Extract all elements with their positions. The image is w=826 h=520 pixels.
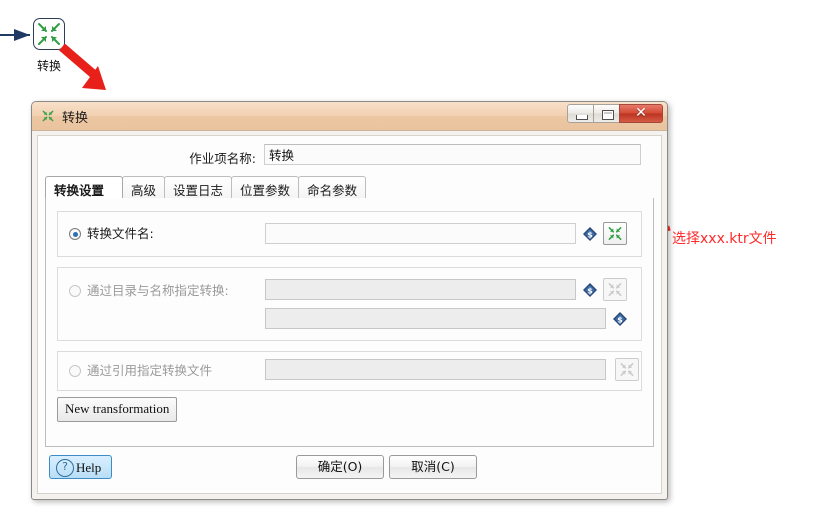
dialog-body: 作业项名称: 转换设置 高级 设置日志 位置参数 命名参数 转换文件名: xyxy=(37,135,662,494)
radio-by-directory-and-name[interactable] xyxy=(69,285,81,297)
transformation-converge-icon xyxy=(608,227,622,240)
hop-arrow-icon xyxy=(0,28,36,47)
input-transformation-reference[interactable] xyxy=(265,359,606,380)
close-icon: ✕ xyxy=(635,105,647,121)
radio-by-filename[interactable] xyxy=(69,228,81,240)
group-by-filename: 转换文件名: $ xyxy=(57,211,642,257)
annotation-label-select-ktr: 选择xxx.ktr文件 xyxy=(672,231,777,247)
dialog-titlebar[interactable]: 转换 ✕ xyxy=(32,102,667,131)
tabstrip: 转换设置 高级 设置日志 位置参数 命名参数 xyxy=(45,176,654,199)
question-circle-icon: ? xyxy=(56,459,74,477)
job-entry-name-label: 作业项名称: xyxy=(189,151,256,166)
tab-positional-parameters[interactable]: 位置参数 xyxy=(231,176,300,198)
red-arrow-down-right-icon xyxy=(58,43,120,101)
tab-named-parameters[interactable]: 命名参数 xyxy=(298,176,367,198)
group-by-reference: 通过引用指定转换文件 xyxy=(57,351,642,391)
ok-button[interactable]: 确定(O) xyxy=(296,455,384,479)
window-controls: ✕ xyxy=(567,104,663,123)
screenshot-root: 转换 选择xxx.ktr文件 转换 ✕ 作业项名称: 转换 转换设置 高级 设置… xyxy=(0,0,826,520)
browse-transformation-reference-button[interactable] xyxy=(615,358,639,381)
dialog-title: 转换 xyxy=(62,111,89,126)
dialog-footer: ? Help 确定(O) 取消(C) xyxy=(38,447,661,493)
cancel-button[interactable]: 取消(C) xyxy=(389,455,477,479)
tab-logging[interactable]: 设置日志 xyxy=(164,176,233,198)
maximize-icon xyxy=(602,110,614,120)
label-by-filename: 转换文件名: xyxy=(87,226,154,241)
input-transformation-filename[interactable] xyxy=(265,223,576,244)
variable-diamond-icon[interactable]: $ xyxy=(613,312,627,326)
input-transformation-directory[interactable] xyxy=(265,279,576,300)
transformation-job-entry-dialog: 转换 ✕ 作业项名称: 转换设置 高 xyxy=(31,101,668,500)
tab-advanced[interactable]: 高级 xyxy=(122,176,166,198)
radio-by-reference[interactable] xyxy=(69,365,81,377)
label-by-directory-and-name: 通过目录与名称指定转换: xyxy=(87,283,229,298)
transformation-converge-icon xyxy=(620,363,634,376)
browse-transformation-button[interactable] xyxy=(603,222,627,245)
close-button[interactable]: ✕ xyxy=(619,104,663,123)
maximize-button[interactable] xyxy=(593,104,620,123)
variable-diamond-icon[interactable]: $ xyxy=(583,283,597,297)
help-button[interactable]: ? Help xyxy=(49,455,113,479)
minimize-button[interactable] xyxy=(567,104,594,123)
input-transformation-name[interactable] xyxy=(265,308,606,329)
tab-transformation-settings[interactable]: 转换设置 xyxy=(45,176,124,199)
transformation-converge-icon xyxy=(608,283,622,296)
svg-text:$: $ xyxy=(587,231,593,240)
job-entry-name-row: 作业项名称: xyxy=(38,144,661,168)
browse-transformation-directory-button[interactable] xyxy=(603,278,627,301)
group-by-directory-and-name: 通过目录与名称指定转换: $ $ xyxy=(57,267,642,341)
svg-text:$: $ xyxy=(587,287,593,296)
label-by-reference: 通过引用指定转换文件 xyxy=(87,363,213,378)
minimize-icon xyxy=(576,115,588,120)
new-transformation-button[interactable]: New transformation xyxy=(57,397,178,422)
titlebar-transformation-icon xyxy=(41,109,55,123)
job-entry-name-input[interactable] xyxy=(264,144,641,165)
tabpanel-transformation-settings: 转换文件名: $ 通过目录与名称指定转换: $ $ 通过引用指定转换文件 New… xyxy=(45,198,654,447)
variable-diamond-icon[interactable]: $ xyxy=(583,227,597,241)
help-button-label: Help xyxy=(76,460,102,475)
svg-text:$: $ xyxy=(617,316,623,325)
